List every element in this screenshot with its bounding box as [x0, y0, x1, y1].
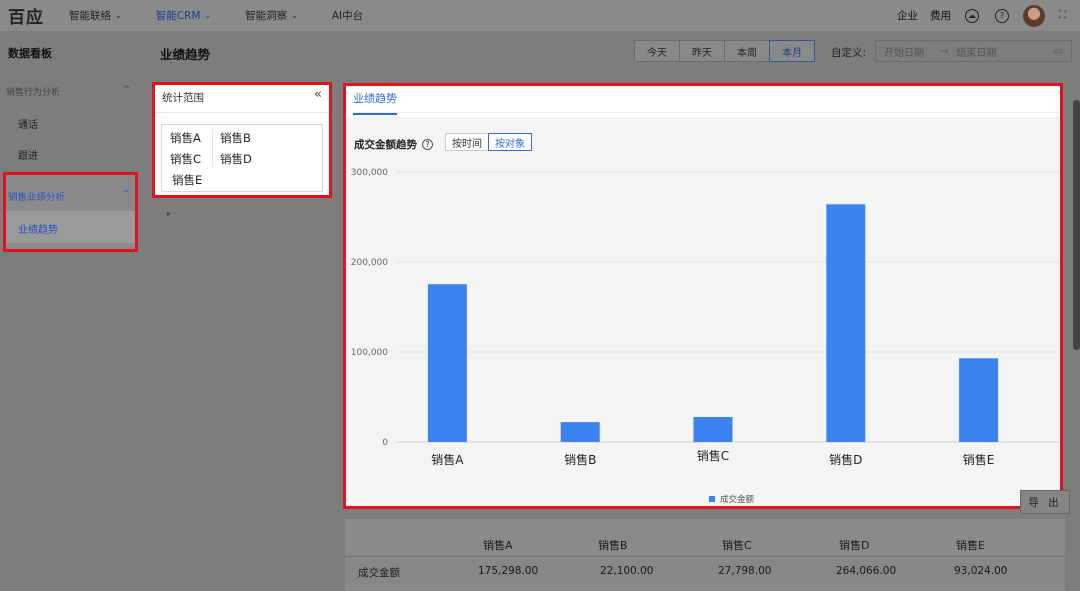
sidebar-item-performance-trend[interactable]: 业绩趋势 — [6, 211, 135, 243]
date-quick-buttons: 今天 昨天 本周 本月 — [634, 40, 815, 62]
expand-icon[interactable]: ⛶ — [1059, 10, 1066, 21]
sidebar-title: 数据看板 — [8, 47, 52, 60]
legend-label: 成交金额 — [720, 495, 755, 505]
x-tick-label: 销售D — [829, 452, 862, 467]
bar[interactable] — [427, 284, 467, 442]
cloud-icon[interactable]: ☁ — [965, 8, 979, 23]
help-icon[interactable]: ? — [995, 8, 1009, 23]
nav-item-contact[interactable]: 智能联络 ⌄ — [52, 0, 139, 31]
date-range-picker[interactable]: 开始日期 → 结束日期 ▭ — [875, 40, 1072, 62]
sidebar-item-call[interactable]: 通话 — [18, 116, 38, 131]
sidebar-group-label: 销售业绩分析 — [8, 192, 66, 203]
nav-item-insight[interactable]: 智能洞察 ⌄ — [228, 0, 315, 31]
x-tick-label: 销售A — [431, 452, 464, 467]
scope-item-b[interactable]: 销售B — [220, 130, 251, 146]
divider — [353, 112, 1059, 113]
main-content: 业绩趋势 今天 昨天 本周 本月 自定义: 开始日期 → 结束日期 ▭ 统计范围… — [140, 31, 1080, 591]
cost-link[interactable]: 费用 — [930, 8, 951, 23]
sidebar: 数据看板 销售行为分析 ^ 通话 跟进 销售业绩分析 ^ 业绩趋势 — [0, 31, 140, 591]
chevron-up-icon: ^ — [122, 189, 130, 200]
export-button[interactable]: 导 出 — [1020, 490, 1070, 514]
data-table: 销售A 销售B 销售C 销售D 销售E 成交金额 175,298.00 22,1… — [345, 519, 1065, 591]
date-button-week[interactable]: 本周 — [724, 40, 770, 62]
y-tick-label: 300,000 — [351, 168, 388, 178]
sidebar-highlight-box: 销售业绩分析 ^ 业绩趋势 — [3, 172, 138, 252]
y-tick-label: 100,000 — [351, 348, 388, 358]
table-row: 成交金额 175,298.00 22,100.00 27,798.00 264,… — [345, 559, 1065, 585]
table-header-cell: 销售E — [956, 539, 985, 552]
scope-title: 统计范围 — [162, 92, 204, 104]
scope-item-d[interactable]: 销售D — [220, 151, 252, 167]
end-date-input[interactable]: 结束日期 — [956, 44, 996, 59]
scope-item-e[interactable]: 销售E — [172, 172, 202, 188]
toggle-by-object[interactable]: 按对象 — [488, 133, 532, 151]
app-logo[interactable]: 百应 — [0, 0, 52, 31]
bar[interactable] — [959, 358, 999, 442]
table-cell: 264,066.00 — [836, 565, 897, 577]
x-tick-label: 销售E — [963, 452, 995, 467]
avatar[interactable] — [1023, 4, 1045, 27]
table-header-cell: 销售C — [722, 539, 752, 552]
nav-item-crm[interactable]: 智能CRM ⌄ — [139, 0, 228, 31]
enterprise-link[interactable]: 企业 — [897, 8, 918, 23]
double-chevron-left-icon[interactable]: « — [314, 87, 322, 102]
table-cell: 175,298.00 — [478, 565, 539, 577]
table-header-cell: 销售D — [839, 539, 870, 552]
nav-item-label: 智能联络 — [69, 10, 111, 22]
start-date-input[interactable]: 开始日期 — [884, 44, 924, 59]
range-arrow-icon: → — [940, 45, 949, 57]
legend-swatch — [709, 496, 715, 502]
bar-chart: 0 100,000 200,000 300,000 销售A 销售B 销售C 销售D 销售E — [351, 168, 1060, 467]
custom-date-label: 自定义: — [831, 47, 867, 59]
bar[interactable] — [826, 204, 866, 442]
date-button-yesterday[interactable]: 昨天 — [679, 40, 725, 62]
chevron-down-icon: ⌄ — [204, 11, 212, 20]
scope-panel: 统计范围 « 销售A 销售B 销售C 销售D 销售E — [152, 82, 332, 198]
chevron-down-icon: ⌄ — [115, 11, 122, 20]
calendar-icon[interactable]: ▭ — [1054, 46, 1063, 57]
table-row-label: 成交金额 — [358, 567, 400, 579]
sidebar-group-performance[interactable]: 销售业绩分析 ^ — [8, 189, 130, 203]
chevron-down-icon: ⌄ — [291, 11, 298, 20]
table-header-row: 销售A 销售B 销售C 销售D 销售E — [345, 531, 1065, 557]
scrollbar[interactable] — [1073, 100, 1080, 350]
date-button-month[interactable]: 本月 — [769, 40, 815, 62]
table-cell: 22,100.00 — [600, 565, 654, 577]
sidebar-group-label: 销售行为分析 — [6, 88, 61, 98]
scope-item-a[interactable]: 销售A — [170, 130, 201, 146]
main-nav: 智能联络 ⌄ 智能CRM ⌄ 智能洞察 ⌄ AI中台 — [52, 0, 380, 31]
chart-area: 成交金额趋势 ? 按时间 按对象 0 100,000 200,000 300,000 销… — [346, 117, 1060, 506]
table-cell: 27,798.00 — [718, 565, 772, 577]
chart-panel: 业绩趋势 成交金额趋势 ? 按时间 按对象 0 100,000 200,000 300… — [343, 83, 1063, 509]
date-button-today[interactable]: 今天 — [634, 40, 680, 62]
y-tick-label: 200,000 — [351, 258, 388, 268]
sidebar-item-followup[interactable]: 跟进 — [18, 147, 38, 162]
divider — [212, 129, 213, 167]
nav-item-ai[interactable]: AI中台 — [315, 0, 380, 31]
table-cell: 93,024.00 — [954, 565, 1008, 577]
scope-item-c[interactable]: 销售C — [170, 151, 201, 167]
chart-legend[interactable]: 成交金额 — [709, 493, 754, 505]
x-tick-label: 销售B — [564, 452, 596, 467]
table-header-cell: 销售A — [483, 539, 513, 552]
scope-list: 销售A 销售B 销售C 销售D 销售E — [161, 124, 323, 192]
bar[interactable] — [560, 422, 600, 442]
y-tick-label: 0 — [382, 438, 388, 448]
chevron-up-icon: ^ — [122, 85, 130, 95]
top-bar: 百应 智能联络 ⌄ 智能CRM ⌄ 智能洞察 ⌄ AI中台 企业 费用 ☁ ? ⛶ — [0, 0, 1080, 31]
x-tick-label: 销售C — [697, 448, 729, 463]
sidebar-group-behavior[interactable]: 销售行为分析 ^ — [6, 85, 130, 98]
nav-item-label: 智能CRM — [155, 10, 201, 22]
bar[interactable] — [693, 416, 733, 442]
top-right-actions: 企业 费用 ☁ ? ⛶ — [891, 0, 1080, 31]
nav-item-label: 智能洞察 — [245, 10, 288, 22]
nav-item-label: AI中台 — [331, 10, 364, 22]
divider — [155, 112, 329, 113]
page-title: 业绩趋势 — [160, 47, 211, 62]
table-header-cell: 销售B — [598, 539, 628, 552]
tree-expand-icon[interactable]: ▸ · — [167, 209, 176, 218]
